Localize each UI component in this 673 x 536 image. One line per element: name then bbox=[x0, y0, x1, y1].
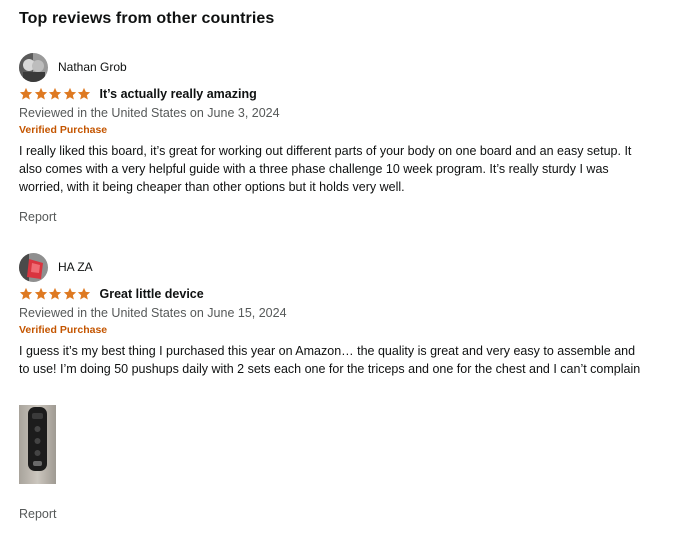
review-body: I guess it’s my best thing I purchased t… bbox=[19, 344, 641, 376]
review-image-thumbnail[interactable] bbox=[19, 405, 56, 484]
reviewer-name[interactable]: HA ZA bbox=[58, 260, 93, 274]
section-title: Top reviews from other countries bbox=[19, 10, 275, 27]
star-rating[interactable] bbox=[19, 87, 92, 101]
star-icon bbox=[19, 287, 33, 300]
reviewer-profile[interactable]: HA ZA bbox=[19, 252, 659, 282]
report-link[interactable]: Report bbox=[19, 210, 57, 224]
verified-purchase-badge: Verified Purchase bbox=[19, 124, 108, 136]
report-link[interactable]: Report bbox=[19, 507, 57, 521]
review-date: Reviewed in the United States on June 3,… bbox=[19, 106, 280, 120]
verified-purchase-badge: Verified Purchase bbox=[19, 324, 108, 336]
review-card: HA ZA Great little device Reviewed in th… bbox=[19, 252, 659, 378]
star-icon bbox=[19, 87, 33, 100]
avatar[interactable] bbox=[19, 52, 48, 82]
reviewer-name[interactable]: Nathan Grob bbox=[58, 60, 127, 74]
star-icon bbox=[77, 87, 91, 100]
review-title[interactable]: Great little device bbox=[100, 287, 204, 301]
star-rating[interactable] bbox=[19, 287, 92, 301]
star-icon bbox=[34, 87, 47, 100]
star-icon bbox=[48, 87, 62, 100]
star-icon bbox=[48, 287, 62, 300]
star-icon bbox=[63, 87, 76, 100]
review-body: I really liked this board, it’s great fo… bbox=[19, 144, 632, 194]
review-title[interactable]: It’s actually really amazing bbox=[100, 87, 257, 101]
star-icon bbox=[63, 287, 76, 300]
star-icon bbox=[34, 287, 47, 300]
review-card: Nathan Grob It’s actually really amazing… bbox=[19, 52, 659, 196]
review-date: Reviewed in the United States on June 15… bbox=[19, 306, 287, 320]
star-icon bbox=[77, 287, 91, 300]
avatar[interactable] bbox=[19, 252, 48, 282]
reviewer-profile[interactable]: Nathan Grob bbox=[19, 52, 659, 82]
